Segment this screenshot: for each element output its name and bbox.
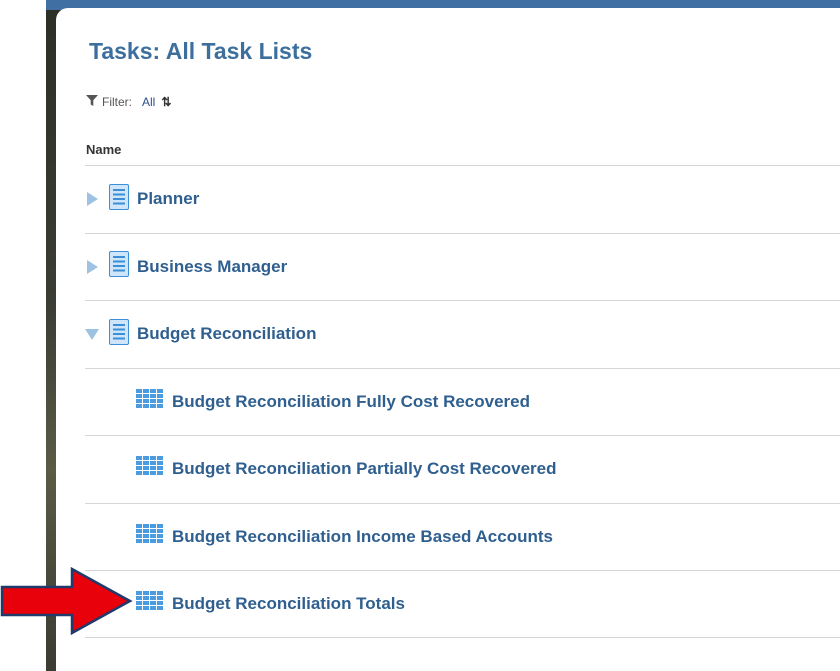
row-label[interactable]: Planner: [137, 189, 199, 209]
table-row-task[interactable]: Budget Reconciliation Income Based Accou…: [85, 502, 840, 571]
table-row-task[interactable]: Budget Reconciliation Fully Cost Recover…: [85, 367, 840, 436]
page-title: Tasks: All Task Lists: [89, 38, 313, 64]
task-grid-icon: [136, 523, 164, 550]
task-lists-panel: Tasks: All Task Lists Filter: All ⇅ Name: [56, 8, 840, 671]
sort-toggle-icon[interactable]: ⇅: [161, 95, 171, 109]
row-label[interactable]: Business Manager: [137, 257, 287, 277]
task-grid-icon: [136, 456, 164, 482]
table-row-planner[interactable]: Planner: [85, 165, 840, 233]
task-list-icon: [109, 318, 129, 350]
screenshot-stage: Tasks: All Task Lists Filter: All ⇅ Name: [0, 0, 840, 671]
expand-triangle-icon[interactable]: [85, 192, 99, 207]
table-row-business-manager[interactable]: Business Manager: [85, 232, 840, 301]
row-label[interactable]: Budget Reconciliation Income Based Accou…: [172, 527, 553, 547]
row-label[interactable]: Budget Reconciliation Fully Cost Recover…: [172, 392, 530, 412]
table-row-task[interactable]: Budget Reconciliation Totals: [85, 570, 840, 638]
task-list-table: Planner Business Manager Budget Reconcil…: [85, 165, 840, 638]
task-grid-icon: [136, 388, 164, 415]
row-label[interactable]: Budget Reconciliation Totals: [172, 594, 405, 614]
red-arrow-icon: [0, 567, 133, 635]
task-list-icon: [109, 251, 129, 282]
filter-bar: Filter: All ⇅: [86, 94, 171, 110]
expand-triangle-icon[interactable]: [85, 259, 99, 274]
filter-label: Filter:: [102, 95, 132, 109]
task-grid-icon: [136, 590, 164, 617]
task-list-icon: [109, 183, 129, 215]
table-row-task[interactable]: Budget Reconciliation Partially Cost Rec…: [85, 435, 840, 503]
row-label[interactable]: Budget Reconciliation: [137, 324, 316, 344]
filter-value-link[interactable]: All: [142, 95, 155, 109]
table-row-budget-reconciliation[interactable]: Budget Reconciliation: [85, 300, 840, 368]
collapse-triangle-icon[interactable]: [85, 327, 99, 341]
row-label[interactable]: Budget Reconciliation Partially Cost Rec…: [172, 459, 556, 479]
column-header-name[interactable]: Name: [86, 142, 121, 157]
filter-icon: [86, 95, 98, 109]
